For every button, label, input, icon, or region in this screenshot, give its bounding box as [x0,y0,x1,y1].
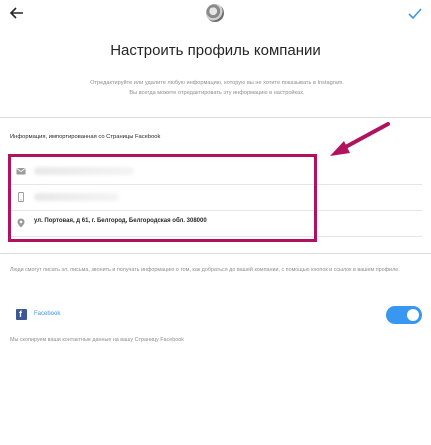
facebook-label: Facebook [34,311,61,317]
top-bar [0,0,431,30]
facebook-row[interactable]: f Facebook [10,302,422,328]
divider [0,253,431,254]
description-line: Отредактируйте или удалите любую информа… [90,80,344,86]
section-label: Информация, импортированная со Страницы … [10,134,161,140]
page-title: Настроить профиль компании [110,42,321,59]
facebook-note: Мы скопируем ваши контактные данные на в… [10,337,184,343]
pointer-arrow-icon [330,122,390,156]
facebook-toggle[interactable] [386,306,422,324]
contact-note: Люди смогут писать эл. письма, звонить и… [10,267,400,273]
checkmark-icon[interactable] [406,5,424,23]
description-line: Вы всегда можете отредактировать эту инф… [129,90,305,96]
back-arrow-icon[interactable] [8,4,26,22]
divider [0,117,431,118]
toggle-knob [407,309,419,321]
profile-avatar [206,4,224,22]
highlight-frame [8,154,317,242]
facebook-icon: f [16,309,27,320]
page-description: Отредактируйте или удалите любую информа… [22,78,412,98]
